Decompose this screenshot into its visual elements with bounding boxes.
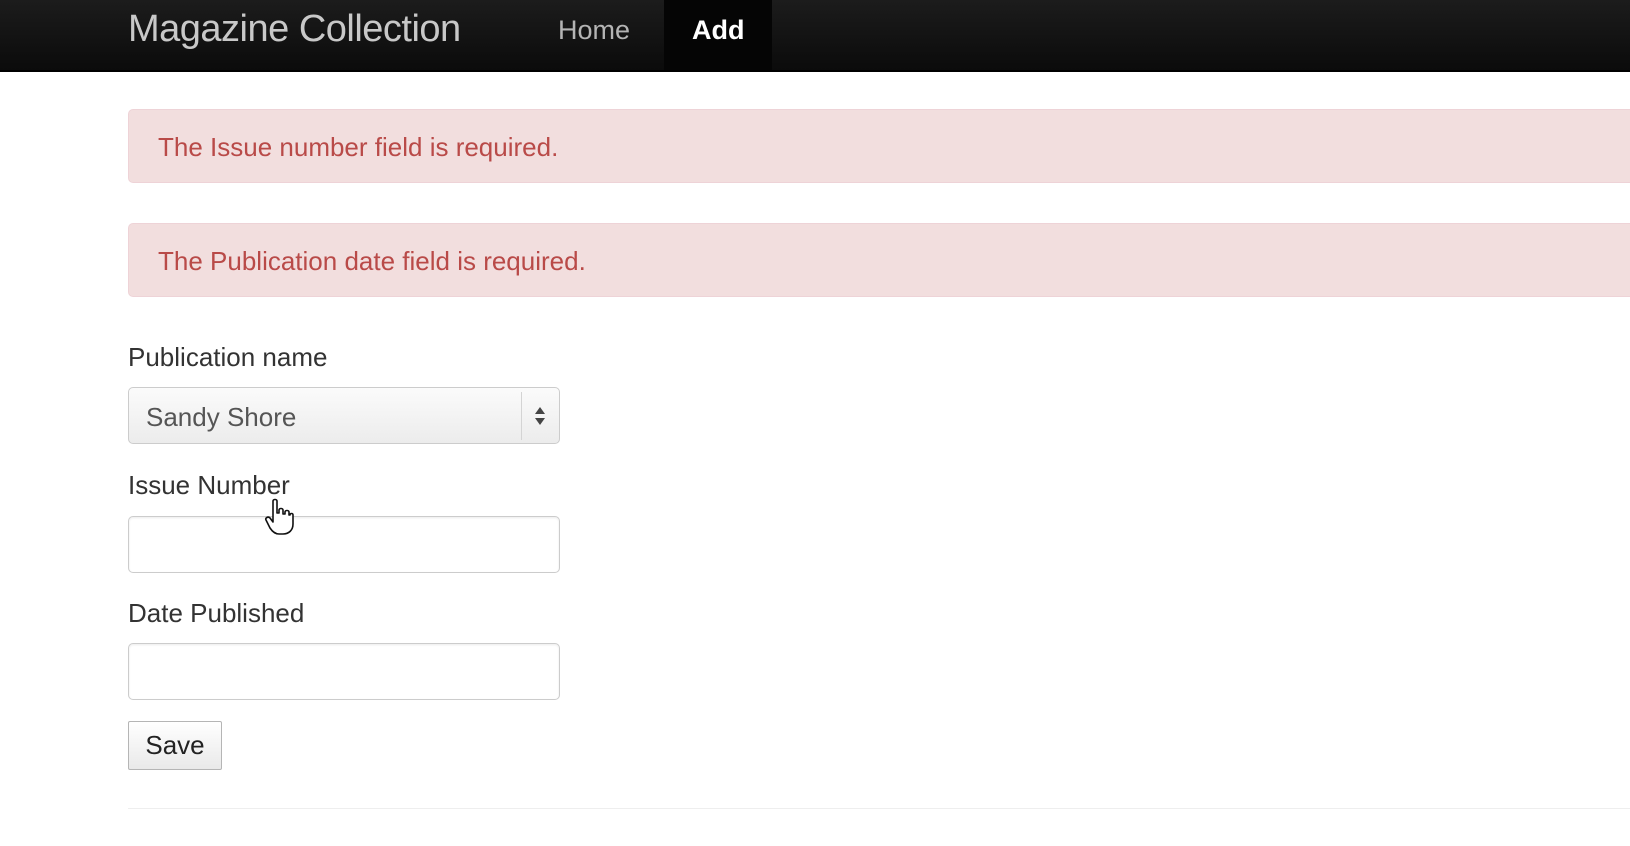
nav-home-link[interactable]: Home <box>530 0 658 70</box>
brand-link[interactable]: Magazine Collection <box>128 8 461 51</box>
issue-number-label: Issue Number <box>128 470 290 500</box>
footer-divider <box>128 808 1630 809</box>
publication-name-selected-value: Sandy Shore <box>146 402 297 432</box>
date-published-label: Date Published <box>128 598 305 628</box>
select-divider <box>521 392 522 440</box>
error-alert-publication-date: The Publication date field is required. <box>128 223 1630 297</box>
select-arrows-icon <box>535 407 545 425</box>
publication-name-label: Publication name <box>128 342 328 372</box>
error-alert-issue-number: The Issue number field is required. <box>128 109 1630 183</box>
hand-pointer-cursor-icon <box>265 498 294 535</box>
save-button[interactable]: Save <box>128 721 222 770</box>
issue-number-input[interactable] <box>128 516 560 573</box>
nav-add-link[interactable]: Add <box>664 0 773 70</box>
date-published-input[interactable] <box>128 643 560 700</box>
navbar: Magazine Collection Home Add <box>0 0 1630 72</box>
publication-name-select[interactable]: Sandy Shore <box>128 387 560 444</box>
